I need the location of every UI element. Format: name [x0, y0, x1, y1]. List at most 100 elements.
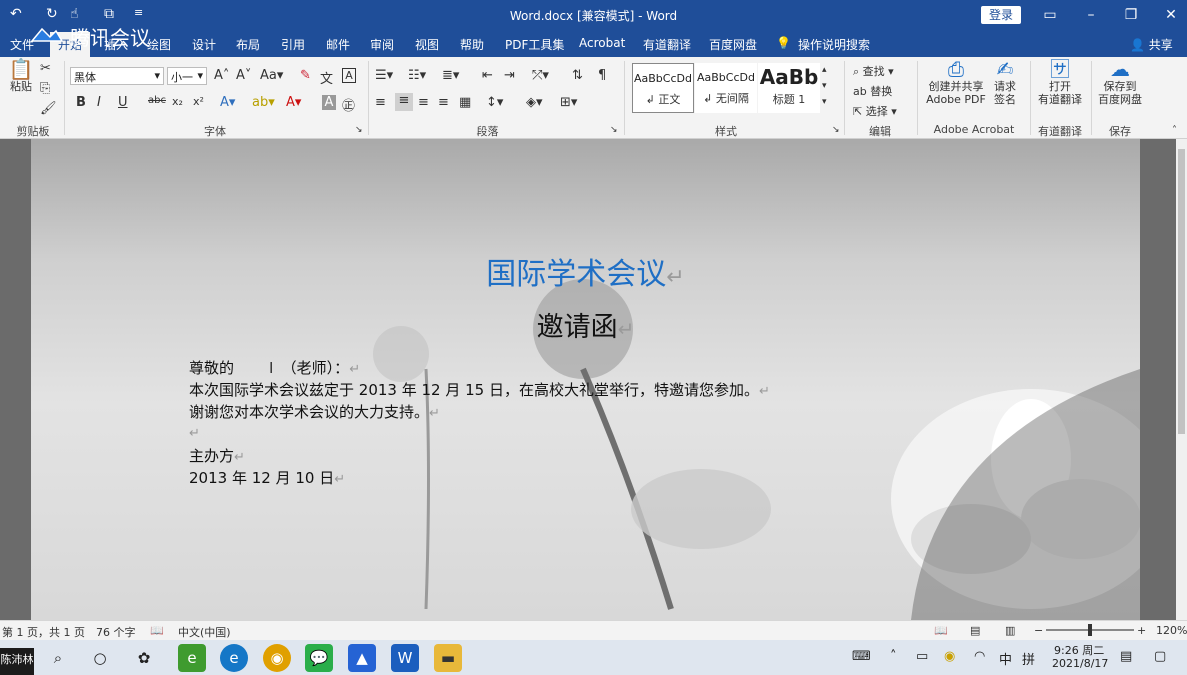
align-left-icon[interactable]: ≡	[375, 95, 386, 110]
font-size-select[interactable]: 小一 ▾	[167, 67, 207, 85]
tab-youdao[interactable]: 有道翻译	[643, 36, 691, 53]
replace-button[interactable]: ab 替换	[853, 83, 892, 99]
minimize-button[interactable]: –	[1076, 4, 1106, 26]
zoom-out-icon[interactable]: −	[1034, 624, 1043, 637]
zoom-in-icon[interactable]: +	[1137, 624, 1146, 637]
tab-acrobat[interactable]: Acrobat	[579, 36, 625, 50]
styles-scroll-up-icon[interactable]: ▴	[822, 65, 827, 75]
font-color-icon[interactable]: A▾	[286, 95, 301, 110]
word-icon[interactable]: W	[391, 644, 419, 672]
chrome-icon[interactable]: ◉	[263, 644, 291, 672]
clear-format-icon[interactable]: ✎	[300, 68, 311, 83]
multilevel-list-icon[interactable]: ≣▾	[442, 68, 459, 83]
char-shading-icon[interactable]: A	[322, 95, 336, 110]
sort-icon[interactable]: ⇅	[572, 68, 583, 83]
clock-date[interactable]: 2021/8/17	[1052, 657, 1108, 670]
open-youdao-button[interactable]: 🈂 打开 有道翻译	[1036, 59, 1084, 106]
battery-icon[interactable]: ▭	[916, 649, 928, 664]
numbering-icon[interactable]: ☷▾	[408, 68, 426, 83]
clock-time[interactable]: 9:26 周二	[1054, 642, 1104, 658]
file-explorer-icon[interactable]: ▬	[434, 644, 462, 672]
security-icon[interactable]: ◉	[944, 649, 955, 664]
show-marks-icon[interactable]: ¶	[598, 68, 606, 83]
justify-icon[interactable]: ≡	[438, 95, 449, 110]
collapse-ribbon-icon[interactable]: ˄	[1172, 125, 1177, 136]
language-indicator[interactable]: 中文(中国)	[178, 624, 231, 640]
search-icon[interactable]: ⌕	[44, 644, 72, 672]
zoom-level[interactable]: 120%	[1156, 624, 1187, 637]
create-pdf-button[interactable]: ⎙ 创建并共享 Adobe PDF	[923, 59, 989, 106]
ime-chinese-indicator[interactable]: 中	[999, 649, 1012, 668]
format-painter-icon[interactable]: 🖌	[40, 101, 57, 116]
tencent-meeting-icon[interactable]: ▲	[348, 644, 376, 672]
print-layout-icon[interactable]: ▤	[970, 624, 980, 637]
copy-icon[interactable]: ⎘	[40, 81, 50, 96]
tab-references[interactable]: 引用	[281, 36, 305, 53]
line-spacing-icon[interactable]: ↕▾	[486, 95, 503, 110]
cut-icon[interactable]: ✂	[40, 61, 51, 76]
tab-design[interactable]: 设计	[192, 36, 216, 53]
font-name-select[interactable]: 黑体 ▾	[70, 67, 164, 85]
bullets-icon[interactable]: ☰▾	[375, 68, 393, 83]
italic-button[interactable]: I	[97, 95, 101, 110]
page-count[interactable]: 第 1 页，共 1 页	[2, 624, 85, 640]
save-to-baidu-button[interactable]: ☁ 保存到 百度网盘	[1096, 59, 1144, 106]
align-right-icon[interactable]: ≡	[418, 95, 429, 110]
select-button[interactable]: ⇱ 选择 ▾	[853, 103, 897, 119]
tab-view[interactable]: 视图	[415, 36, 439, 53]
text-effects-icon[interactable]: A▾	[220, 95, 235, 110]
enclose-char-icon[interactable]: ㊣	[342, 95, 355, 114]
scrollbar-thumb[interactable]	[1178, 149, 1185, 434]
proofing-icon[interactable]: 📖	[150, 624, 164, 637]
shrink-font-icon[interactable]: A˅	[236, 68, 251, 83]
styles-more-icon[interactable]: ▾	[822, 97, 827, 107]
tab-baidu[interactable]: 百度网盘	[709, 36, 757, 53]
word-count[interactable]: 76 个字	[96, 624, 136, 640]
web-layout-icon[interactable]: ▥	[1005, 624, 1015, 637]
app-icon[interactable]: ✿	[130, 644, 158, 672]
change-case-icon[interactable]: Aa▾	[260, 68, 283, 83]
increase-indent-icon[interactable]: ⇥	[504, 68, 515, 83]
distributed-icon[interactable]: ▦	[459, 95, 471, 110]
font-dialog-launcher-icon[interactable]: ↘	[355, 125, 363, 135]
wifi-icon[interactable]: ◠	[974, 649, 985, 664]
login-button[interactable]: 登录	[981, 6, 1021, 24]
style-heading-1[interactable]: AaBb 标题 1	[758, 63, 820, 113]
highlight-icon[interactable]: ab▾	[252, 95, 275, 110]
read-mode-icon[interactable]: 📖	[934, 624, 948, 637]
zoom-slider-thumb[interactable]	[1088, 624, 1092, 636]
tab-review[interactable]: 审阅	[370, 36, 394, 53]
strikethrough-button[interactable]: abc	[148, 95, 166, 106]
tab-help[interactable]: 帮助	[460, 36, 484, 53]
tab-pdf-tools[interactable]: PDF工具集	[505, 36, 564, 53]
phonetic-guide-icon[interactable]: 文	[320, 68, 333, 87]
style-no-spacing[interactable]: AaBbCcDd ↲ 无间隔	[695, 63, 757, 113]
tab-mailings[interactable]: 邮件	[326, 36, 350, 53]
ime-pinyin-indicator[interactable]: 拼	[1022, 649, 1035, 668]
request-signature-button[interactable]: ✍ 请求 签名	[988, 59, 1022, 106]
styles-scroll-down-icon[interactable]: ▾	[822, 81, 827, 91]
wechat-icon[interactable]: 💬	[305, 644, 333, 672]
document-page[interactable]: 国际学术会议↵ 邀请函↵ 尊敬的 （老师）：↵ I 本次国际学术会议兹定于 20…	[31, 139, 1140, 620]
underline-button[interactable]: U	[118, 95, 128, 110]
decrease-indent-icon[interactable]: ⇤	[482, 68, 493, 83]
align-center-icon[interactable]: ≡	[395, 93, 413, 111]
superscript-button[interactable]: x²	[193, 95, 204, 108]
browser-360-icon[interactable]: e	[178, 644, 206, 672]
styles-dialog-launcher-icon[interactable]: ↘	[832, 125, 840, 135]
chinese-layout-icon[interactable]: ⤱▾	[532, 68, 549, 83]
notification-icon[interactable]: ▢	[1154, 649, 1166, 664]
edge-icon[interactable]: e	[220, 644, 248, 672]
ribbon-display-icon[interactable]: ▭	[1035, 4, 1065, 26]
maximize-button[interactable]: ❐	[1116, 4, 1146, 26]
bold-button[interactable]: B	[76, 95, 86, 110]
grow-font-icon[interactable]: A˄	[214, 68, 229, 83]
show-hidden-icons-icon[interactable]: ˄	[890, 649, 897, 664]
paragraph-dialog-launcher-icon[interactable]: ↘	[610, 125, 618, 135]
share-button[interactable]: 👤 共享	[1130, 36, 1173, 53]
find-button[interactable]: ⌕ 查找 ▾	[853, 63, 894, 79]
char-border-icon[interactable]: A	[342, 68, 356, 83]
notes-icon[interactable]: ▤	[1120, 649, 1132, 664]
style-normal[interactable]: AaBbCcDd ↲ 正文	[632, 63, 694, 113]
borders-icon[interactable]: ⊞▾	[560, 95, 577, 110]
